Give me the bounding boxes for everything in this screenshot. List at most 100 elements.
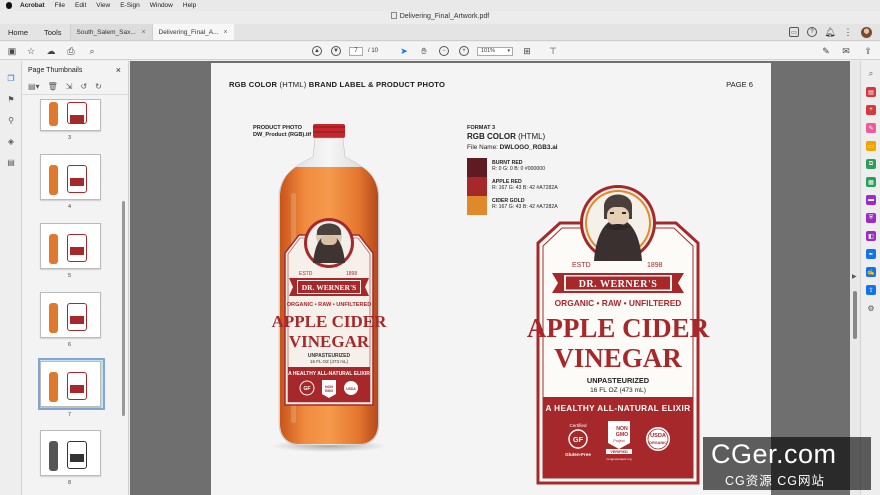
create-pdf-icon[interactable]: + (866, 105, 876, 115)
hand-tool-icon[interactable]: ✋︎ (418, 45, 430, 57)
page-thumbnail-6[interactable] (40, 292, 101, 338)
svg-text:USDA: USDA (650, 433, 666, 439)
document-tab-label: South_Salem_Sax... (76, 28, 136, 36)
zoom-tool-icon[interactable]: ⌕ (866, 69, 876, 79)
menu-view[interactable]: View (96, 2, 110, 9)
next-page-icon[interactable]: ▼ (331, 46, 341, 56)
svg-text:1898: 1898 (346, 271, 357, 277)
svg-text:GF: GF (304, 386, 311, 392)
fill-sign-icon[interactable]: ✒ (866, 249, 876, 259)
bookmark-star-icon[interactable]: ☆ (25, 45, 37, 57)
tools-tab[interactable]: Tools (36, 24, 70, 40)
svg-text:A HEALTHY ALL-NATURAL ELIXIR: A HEALTHY ALL-NATURAL ELIXIR (288, 371, 370, 377)
optimize-icon[interactable]: ◧ (866, 231, 876, 241)
close-tab-icon[interactable]: × (223, 29, 227, 36)
previous-page-icon[interactable]: ▲ (312, 46, 322, 56)
svg-text:UNPASTEURIZED: UNPASTEURIZED (587, 376, 650, 385)
document-properties-icon[interactable]: ▤ (6, 157, 16, 167)
swatch-burnt-red-text: BURNT RED R: 0 G: 0 B: 0 #000000 (492, 160, 546, 173)
upload-cloud-icon[interactable]: ☁ (45, 45, 57, 57)
document-tab-delivering-final[interactable]: Delivering_Final_A... × (151, 24, 234, 40)
page-thumbnail-5[interactable] (40, 223, 101, 269)
combine-files-icon[interactable]: ⧉ (866, 159, 876, 169)
measure-icon[interactable]: ⊤ (547, 45, 559, 57)
svg-text:GF: GF (573, 435, 584, 444)
svg-text:DR. WERNER'S: DR. WERNER'S (579, 279, 658, 290)
thumbnail-page-number: 6 (68, 342, 72, 348)
comment-icon[interactable]: ▭ (866, 141, 876, 151)
email-icon[interactable]: ✉ (840, 45, 852, 57)
svg-text:USDA: USDA (346, 387, 356, 391)
print-icon[interactable]: ⎙ (65, 45, 77, 57)
thumbnail-options-icon[interactable]: ▤▾ (28, 82, 40, 91)
share-screen-icon[interactable]: ▭ (789, 27, 799, 37)
attachments-icon[interactable]: ⚲ (6, 115, 16, 125)
organize-pages-icon[interactable]: ▦ (866, 177, 876, 187)
rotate-left-icon[interactable]: ↺ (80, 82, 87, 91)
svg-text:1898: 1898 (647, 262, 663, 269)
apple-icon[interactable] (6, 2, 12, 9)
menu-window[interactable]: Window (150, 2, 173, 9)
bookmarks-icon[interactable]: ⚑ (6, 94, 16, 104)
menu-file[interactable]: File (55, 2, 65, 9)
left-nav-rail: ❐ ⚑ ⚲ ◈ ▤ (0, 61, 22, 495)
menu-edit[interactable]: Edit (75, 2, 86, 9)
page-thumbnails-icon[interactable]: ❐ (6, 73, 16, 83)
page-thumbnail-8[interactable] (40, 430, 101, 476)
extract-page-icon[interactable]: ⇲ (66, 82, 73, 91)
page-thumbnail-3[interactable] (40, 99, 101, 131)
format-title: RGB COLOR (HTML) (467, 132, 546, 141)
redact-icon[interactable]: ▬ (866, 195, 876, 205)
protect-icon[interactable]: ⛨ (866, 213, 876, 223)
document-viewport[interactable]: RGB COLOR (HTML) BRAND LABEL & PRODUCT P… (130, 61, 850, 495)
page-thumbnail-7[interactable] (40, 361, 101, 407)
window-title-text: Delivering_Final_Artwork.pdf (399, 13, 490, 20)
menu-esign[interactable]: E-Sign (120, 2, 140, 9)
svg-text:A HEALTHY ALL-NATURAL ELIXIR: A HEALTHY ALL-NATURAL ELIXIR (545, 404, 690, 413)
close-tab-icon[interactable]: × (141, 29, 145, 36)
page-number-input[interactable]: 7 (349, 47, 363, 56)
home-tab[interactable]: Home (0, 24, 36, 40)
user-avatar[interactable] (861, 26, 872, 38)
rotate-right-icon[interactable]: ↻ (95, 82, 102, 91)
sign-pen-icon[interactable]: ✎ (820, 45, 832, 57)
page-thumbnail-4[interactable] (40, 154, 101, 200)
scrollbar-thumb[interactable] (853, 291, 857, 339)
acrobat-window: Acrobat File Edit View E-Sign Window Hel… (0, 0, 880, 495)
page-view-icon[interactable]: ⊞ (521, 45, 533, 57)
search-icon[interactable]: ⌕ (86, 45, 98, 57)
help-icon[interactable]: ? (807, 27, 817, 37)
close-panel-icon[interactable]: × (116, 65, 121, 75)
notification-bell-icon[interactable]: 🔔︎ (824, 27, 835, 37)
document-scrollbar[interactable]: ▶ (850, 61, 860, 495)
delete-page-icon[interactable]: 🗑︎ (48, 82, 58, 91)
file-name-line: File Name: DWLOGO_RGB3.ai (467, 144, 558, 151)
swatch-burnt-red (467, 158, 487, 177)
thumbnails-scrollbar[interactable] (122, 201, 125, 416)
more-share-icon[interactable]: ⇪ (862, 45, 874, 57)
export-pdf-icon[interactable]: ▤ (866, 87, 876, 97)
zoom-out-icon[interactable]: − (439, 46, 449, 56)
svg-text:16 FL OZ (473 mL): 16 FL OZ (473 mL) (590, 387, 646, 394)
share-icon[interactable]: ⇪ (866, 285, 876, 295)
zoom-level-dropdown[interactable]: 101% (477, 47, 513, 56)
send-for-signature-icon[interactable]: ✍ (866, 267, 876, 277)
save-icon[interactable]: ▣ (6, 45, 18, 57)
layers-icon[interactable]: ◈ (6, 136, 16, 146)
svg-text:APPLE CIDER: APPLE CIDER (272, 312, 387, 331)
collapse-right-panel-icon[interactable]: ▶ (852, 273, 857, 280)
thumbnails-tools: ▤▾ 🗑︎ ⇲ ↺ ↻ (22, 79, 128, 95)
document-tab-south-salem[interactable]: South_Salem_Sax... × (69, 24, 152, 40)
zoom-in-icon[interactable]: + (459, 46, 469, 56)
apps-grid-icon[interactable]: ⋮ (843, 27, 853, 37)
svg-text:ORGANIC • RAW • UNFILTERED: ORGANIC • RAW • UNFILTERED (555, 298, 682, 308)
edit-pdf-icon[interactable]: ✎ (866, 123, 876, 133)
more-tools-icon[interactable]: ⚙ (866, 303, 876, 313)
menu-help[interactable]: Help (183, 2, 196, 9)
svg-text:Certified: Certified (569, 423, 587, 428)
select-arrow-icon[interactable]: ➤ (398, 45, 410, 57)
menu-app-name[interactable]: Acrobat (20, 2, 45, 9)
swatch-cider-gold (467, 196, 487, 215)
svg-text:ESTD: ESTD (299, 271, 313, 277)
thumbnails-title: Page Thumbnails (28, 66, 83, 74)
